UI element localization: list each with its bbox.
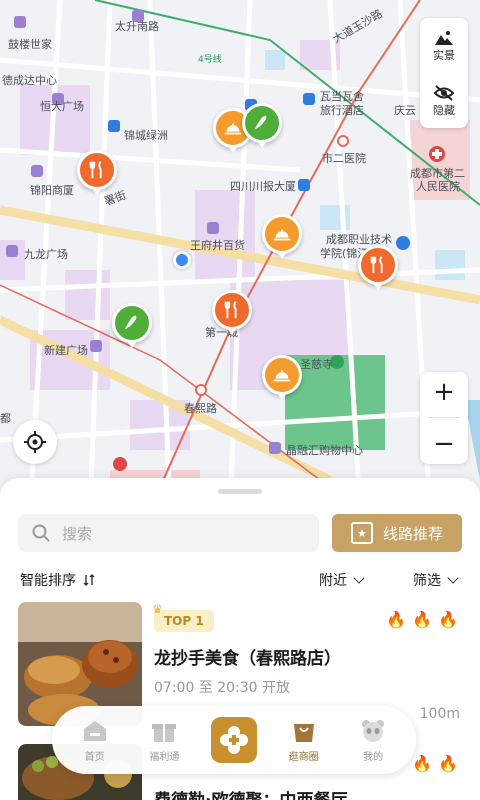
map-label: 4号线 [198,55,222,65]
map-label: 人民医院 [416,180,460,193]
locate-button[interactable] [13,420,57,464]
tab-mine[interactable]: 我的 [344,718,402,763]
tab-welfare[interactable]: 福利通 [135,718,193,763]
search-input[interactable]: 搜索 [18,514,319,552]
chevron-down-icon [353,571,365,584]
crown-icon: ♛ [152,602,163,616]
route-recommend-label: 线路推荐 [382,524,443,543]
flame-icon: 🔥 [438,754,458,773]
realview-label: 实景 [433,48,455,62]
map-label: 四川川报大厦 [230,180,296,193]
map-label: 晶融汇购物中心 [286,444,363,457]
sort-label: 智能排序 [20,573,76,589]
crosshair-icon [24,431,46,453]
flame-icon: 🔥 [412,754,433,773]
pin-dish-icon[interactable] [262,214,302,259]
map-base-layer [0,0,480,510]
bookmark-star-icon: ★ [350,522,373,544]
pin-dish-icon[interactable] [262,355,302,400]
opening-hours: 07:00 至 20:30 开放 [154,680,291,696]
rank-label: TOP 1 [164,614,204,628]
fork-knife-icon [89,161,102,179]
pin-chili-icon[interactable] [242,103,282,148]
spice-level: 🔥 🔥 [412,754,458,773]
flame-icon: 🔥 [412,610,433,629]
tab-mine-label: 我的 [363,751,384,763]
shop-title: 龙抄手美食（春熙路店） [154,649,341,669]
chili-icon [254,115,267,130]
search-icon [32,524,50,542]
gift-icon [150,718,178,744]
hide-label: 隐藏 [433,103,455,117]
map-view[interactable]: 鼓楼世家 太升南路 大道玉沙路 德成达中心 4号线 瓦当瓦舍 旅行酒店 庆云 恒… [0,0,480,510]
current-location-dot [173,251,191,269]
filter-label: 筛选 [413,573,441,589]
realview-button[interactable]: 实景 [433,29,455,63]
cloche-icon [273,229,291,241]
map-label: 锦城绿洲 [124,129,168,142]
tab-center-action[interactable] [205,717,263,763]
hide-button[interactable]: 隐藏 [433,84,455,118]
fork-knife-icon [370,256,383,274]
rank-badge: ♛ TOP 1 [152,602,214,632]
zoom-in-button[interactable]: + [433,377,455,407]
home-icon [81,718,109,744]
map-label: 太升南路 [115,20,159,33]
sheet-drag-handle[interactable] [218,489,262,494]
sort-arrows-icon [83,574,95,586]
mountain-icon [435,30,453,45]
zoom-out-button[interactable]: − [433,429,455,459]
map-view-controls: 实景 隐藏 [420,18,468,128]
pin-restaurant-icon[interactable] [212,290,252,335]
map-label: 德成达中心 [2,74,57,87]
nearby-label: 附近 [319,573,347,589]
zoom-divider [429,417,459,419]
map-label: 恒大广场 [40,100,84,113]
map-label: 都 [0,412,11,425]
fork-knife-icon [224,301,237,319]
cloche-icon [273,370,291,382]
pin-restaurant-icon[interactable] [77,150,117,195]
filter-dropdown[interactable]: 筛选 [413,570,459,590]
map-label: 春熙路 [184,402,217,415]
zoom-controls: + − [420,372,468,464]
bottom-tab-bar: 首页 福利通 逛商圈 我的 [52,706,416,774]
cloche-icon [224,123,242,135]
pin-chili-icon[interactable] [112,303,152,348]
eye-off-icon [433,84,455,101]
map-label: 庆云 [394,104,416,117]
pin-restaurant-icon[interactable] [358,245,398,290]
sort-dropdown[interactable]: 智能排序 [20,570,96,590]
distance: 100m [419,706,460,722]
flame-icon: 🔥 [386,610,407,629]
map-label: 九龙广场 [24,248,68,261]
map-label: 圣慈寺 [300,358,333,371]
map-label: 新建广场 [44,344,88,357]
map-label: 王府井百货 [190,239,245,252]
search-placeholder: 搜索 [62,524,93,543]
map-label: 锦阳商厦 [30,184,74,197]
chili-icon [124,315,137,330]
tab-shop[interactable]: 逛商圈 [275,718,333,763]
tab-home[interactable]: 首页 [66,718,124,763]
chevron-down-icon [447,571,459,584]
shopping-bag-icon [290,718,318,744]
tab-welfare-label: 福利通 [149,751,180,763]
panda-icon [359,718,387,744]
nearby-dropdown[interactable]: 附近 [319,570,365,590]
map-label: 市二医院 [322,152,366,165]
flower-plus-icon [210,717,257,763]
shop-title: 费德勒·欧德聚：中西餐厅 [154,786,347,800]
map-label: 鼓楼世家 [8,38,52,51]
tab-shop-label: 逛商圈 [288,751,319,763]
tab-home-label: 首页 [84,751,105,763]
flame-icon: 🔥 [438,610,458,629]
spice-level: 🔥 🔥 🔥 [386,610,458,629]
map-label: 旅行酒店 [320,104,364,117]
route-recommend-button[interactable]: ★ 线路推荐 [332,514,462,552]
